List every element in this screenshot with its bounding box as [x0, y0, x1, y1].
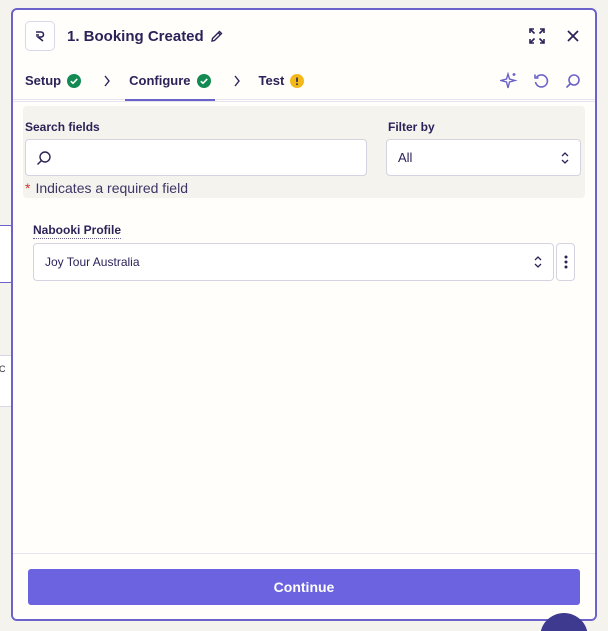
- chevron-right-icon: [103, 75, 111, 87]
- filter-by-select[interactable]: All: [386, 139, 581, 176]
- step-editor-panel: 1. Booking Created Setup Configure Test …: [11, 8, 597, 621]
- tab-setup[interactable]: Setup: [25, 62, 82, 100]
- background-step-text-2: t C: [0, 364, 6, 374]
- chevron-up-down-icon: [533, 255, 543, 269]
- refresh-icon: [534, 73, 549, 88]
- required-star: *: [25, 180, 31, 196]
- expand-icon: [529, 28, 545, 44]
- nabooki-profile-label: Nabooki Profile: [33, 223, 122, 239]
- tab-configure[interactable]: Configure: [125, 62, 215, 101]
- check-circle-icon: [67, 73, 82, 88]
- required-note-text: Indicates a required field: [35, 180, 188, 196]
- warning-circle-icon: [290, 73, 305, 88]
- search-icon: [37, 150, 51, 165]
- panel-footer: Continue: [13, 553, 595, 619]
- search-fields-label: Search fields: [25, 120, 100, 134]
- nabooki-profile-value: Joy Tour Australia: [45, 255, 140, 269]
- chevron-up-down-icon: [560, 151, 570, 165]
- refresh-button[interactable]: [531, 71, 551, 91]
- app-icon: [25, 21, 55, 51]
- required-field-note: * Indicates a required field: [25, 180, 188, 196]
- close-button[interactable]: [563, 26, 583, 46]
- filter-by-value: All: [398, 150, 413, 165]
- filter-by-label: Filter by: [388, 120, 435, 134]
- tab-setup-label: Setup: [25, 73, 62, 88]
- tab-test[interactable]: Test: [259, 62, 305, 100]
- tab-test-label: Test: [258, 73, 285, 88]
- filter-bar: Search fields Filter by All * Indicates a…: [23, 106, 585, 198]
- panel-header: 1. Booking Created: [13, 10, 595, 62]
- sparkle-icon: [500, 71, 518, 88]
- configure-content: Search fields Filter by All * Indicates a…: [13, 101, 595, 553]
- expand-button[interactable]: [527, 26, 547, 46]
- chevron-right-icon: [233, 75, 241, 87]
- search-fields-input[interactable]: [25, 139, 367, 176]
- continue-button[interactable]: Continue: [28, 569, 580, 605]
- step-title: 1. Booking Created: [67, 27, 204, 45]
- field-options-button[interactable]: [556, 243, 575, 281]
- ai-sparkle-button[interactable]: [499, 71, 519, 91]
- check-circle-icon: [196, 73, 211, 88]
- close-icon: [567, 30, 579, 42]
- more-vertical-icon: [564, 255, 567, 269]
- search-icon: [565, 73, 580, 88]
- edit-title-icon[interactable]: [210, 29, 224, 43]
- step-tabs: Setup Configure Test: [13, 62, 595, 101]
- tab-configure-label: Configure: [129, 73, 191, 88]
- nabooki-profile-select[interactable]: Joy Tour Australia: [33, 243, 554, 281]
- search-button[interactable]: [563, 71, 583, 91]
